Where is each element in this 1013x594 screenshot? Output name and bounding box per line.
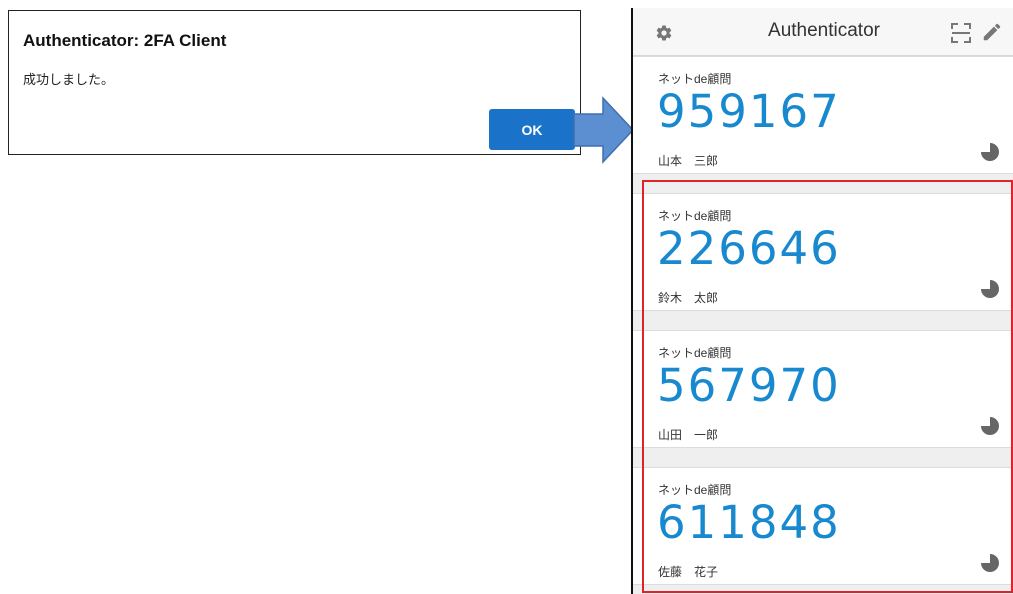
scan-icon[interactable] [951,23,971,43]
authenticator-app: Authenticator ネットde顧問 959167 山本 三郎 ネットde… [631,8,1013,594]
entry-account: 山田 一郎 [658,428,719,442]
token-entry[interactable]: ネットde顧問 611848 佐藤 花子 [633,467,1013,585]
app-header: Authenticator [633,8,1013,56]
entry-code: 226646 [657,222,841,275]
pie-timer-icon [981,143,999,161]
token-entry[interactable]: ネットde顧問 567970 山田 一郎 [633,330,1013,448]
entry-code: 611848 [657,496,841,549]
dialog-message: 成功しました。 [23,72,115,87]
ok-button[interactable]: OK [489,109,575,150]
token-entry[interactable]: ネットde顧問 959167 山本 三郎 [633,56,1013,174]
entry-account: 佐藤 花子 [658,565,719,579]
pie-timer-icon [981,280,999,298]
pie-timer-icon [981,417,999,435]
pie-timer-icon [981,554,999,572]
entry-account: 山本 三郎 [658,154,719,168]
dialog-title: Authenticator: 2FA Client [23,31,227,50]
entry-account: 鈴木 太郎 [658,291,719,305]
pencil-icon[interactable] [981,21,1003,43]
entry-code: 959167 [657,85,841,138]
token-entry[interactable]: ネットde顧問 226646 鈴木 太郎 [633,193,1013,311]
screenshot-stage: Authenticator: 2FA Client 成功しました。 OK Aut… [0,0,1013,594]
right-arrow-icon [573,96,635,164]
alert-dialog: Authenticator: 2FA Client 成功しました。 OK [8,10,581,155]
entry-code: 567970 [657,359,841,412]
